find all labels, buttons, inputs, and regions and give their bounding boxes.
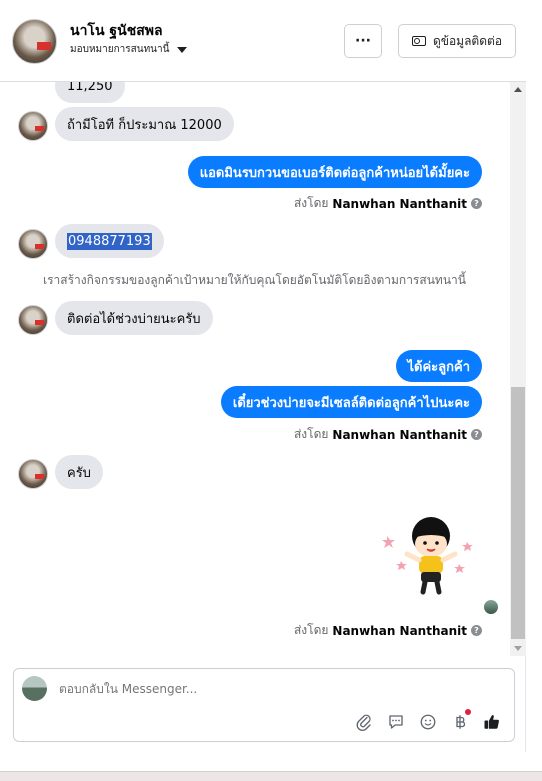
sent-by-label: ส่งโดย Nanwhan Nanthanit ? — [294, 621, 482, 640]
seen-indicator-avatar — [484, 600, 498, 614]
contact-avatar-small[interactable] — [18, 305, 48, 335]
message-text: ครับ — [67, 465, 91, 481]
window-bottom-edge — [0, 771, 542, 781]
message-text: ถ้ามีโอที ก็ประมาณ 12000 — [67, 117, 222, 133]
sent-by-name: Nanwhan Nanthanit — [332, 623, 467, 638]
scrollbar-thumb[interactable] — [511, 387, 525, 639]
sent-by-label: ส่งโดย Nanwhan Nanthanit ? — [294, 425, 482, 444]
assign-conversation-dropdown[interactable]: มอบหมายการสนทนานี้ — [70, 42, 188, 57]
incoming-message[interactable]: 11,250 — [55, 82, 125, 103]
notification-dot — [465, 709, 471, 715]
contact-avatar[interactable] — [12, 19, 57, 64]
message-text: เดี๋ยวช่วงบ่ายจะมีเซลล์ติดต่อลูกค้าไปนะค… — [232, 395, 470, 411]
view-contact-button[interactable]: ดูข้อมูลติดต่อ — [398, 24, 516, 58]
system-notice: เราสร้างกิจกรรมของลูกค้าเป้าหมายให้กับคุ… — [43, 273, 466, 287]
view-contact-label: ดูข้อมูลติดต่อ — [432, 33, 503, 48]
composer-toolbar — [354, 709, 502, 732]
message-text: แอดมินรบกวนขอเบอร์ติดต่อลูกค้าหน่อยได้มั… — [199, 165, 470, 181]
assign-label: มอบหมายการสนทนานี้ — [70, 44, 170, 55]
saved-replies-button[interactable] — [386, 712, 406, 732]
baht-icon — [456, 715, 466, 729]
sent-by-name: Nanwhan Nanthanit — [332, 196, 467, 211]
message-text: ติดต่อได้ช่วงบ่ายนะครับ — [67, 311, 201, 327]
sticker-image[interactable] — [375, 514, 480, 599]
message-composer — [13, 668, 515, 742]
outgoing-message[interactable]: ได้ค่ะลูกค้า — [395, 350, 482, 382]
more-icon: ··· — [355, 33, 371, 49]
phone-number-text[interactable]: 0948877193 — [67, 232, 152, 250]
contact-avatar-small[interactable] — [18, 111, 48, 141]
contact-name[interactable]: นาโน ฐนัชสพล — [70, 20, 163, 42]
message-thread[interactable]: 11,250 ถ้ามีโอที ก็ประมาณ 12000 แอดมินรบ… — [0, 82, 526, 656]
contact-card-icon — [411, 36, 426, 46]
incoming-message[interactable]: ครับ — [55, 455, 103, 489]
more-options-button[interactable]: ··· — [344, 24, 382, 58]
outgoing-message[interactable]: แอดมินรบกวนขอเบอร์ติดต่อลูกค้าหน่อยได้มั… — [187, 156, 482, 188]
page-avatar — [22, 676, 47, 701]
emoji-button[interactable] — [418, 712, 438, 732]
incoming-message[interactable]: 0948877193 — [55, 224, 164, 258]
message-text: 11,250 — [67, 82, 113, 94]
info-icon[interactable]: ? — [471, 625, 482, 636]
payment-button[interactable] — [450, 709, 471, 732]
thumbs-up-icon — [484, 715, 499, 729]
caret-down-icon — [177, 46, 188, 53]
incoming-message[interactable]: ติดต่อได้ช่วงบ่ายนะครับ — [55, 301, 213, 335]
sent-by-name: Nanwhan Nanthanit — [332, 427, 467, 442]
sent-by-prefix: ส่งโดย — [293, 427, 329, 441]
outgoing-message[interactable]: เดี๋ยวช่วงบ่ายจะมีเซลล์ติดต่อลูกค้าไปนะค… — [220, 386, 482, 418]
attach-button[interactable] — [354, 712, 374, 732]
scroll-down-arrow-icon[interactable] — [514, 646, 522, 651]
attach-icon — [356, 714, 371, 731]
sent-by-label: ส่งโดย Nanwhan Nanthanit ? — [294, 194, 482, 213]
message-text: ได้ค่ะลูกค้า — [407, 359, 471, 375]
thread-scrollbar[interactable] — [510, 82, 526, 656]
sent-by-prefix: ส่งโดย — [293, 623, 329, 637]
conversation-header: นาโน ฐนัชสพล มอบหมายการสนทนานี้ ··· ดูข้… — [0, 0, 526, 82]
reply-input[interactable] — [59, 682, 459, 696]
sent-by-prefix: ส่งโดย — [293, 196, 329, 210]
thumbs-up-button[interactable] — [482, 712, 502, 732]
contact-avatar-small[interactable] — [18, 229, 48, 259]
conversation-panel: นาโน ฐนัชสพล มอบหมายการสนทนานี้ ··· ดูข้… — [0, 0, 526, 752]
info-icon[interactable]: ? — [471, 198, 482, 209]
saved-reply-icon — [389, 715, 403, 729]
incoming-message[interactable]: ถ้ามีโอที ก็ประมาณ 12000 — [55, 107, 234, 141]
scroll-up-arrow-icon[interactable] — [514, 87, 522, 92]
contact-avatar-small[interactable] — [18, 459, 48, 489]
emoji-icon — [420, 714, 436, 730]
info-icon[interactable]: ? — [471, 429, 482, 440]
